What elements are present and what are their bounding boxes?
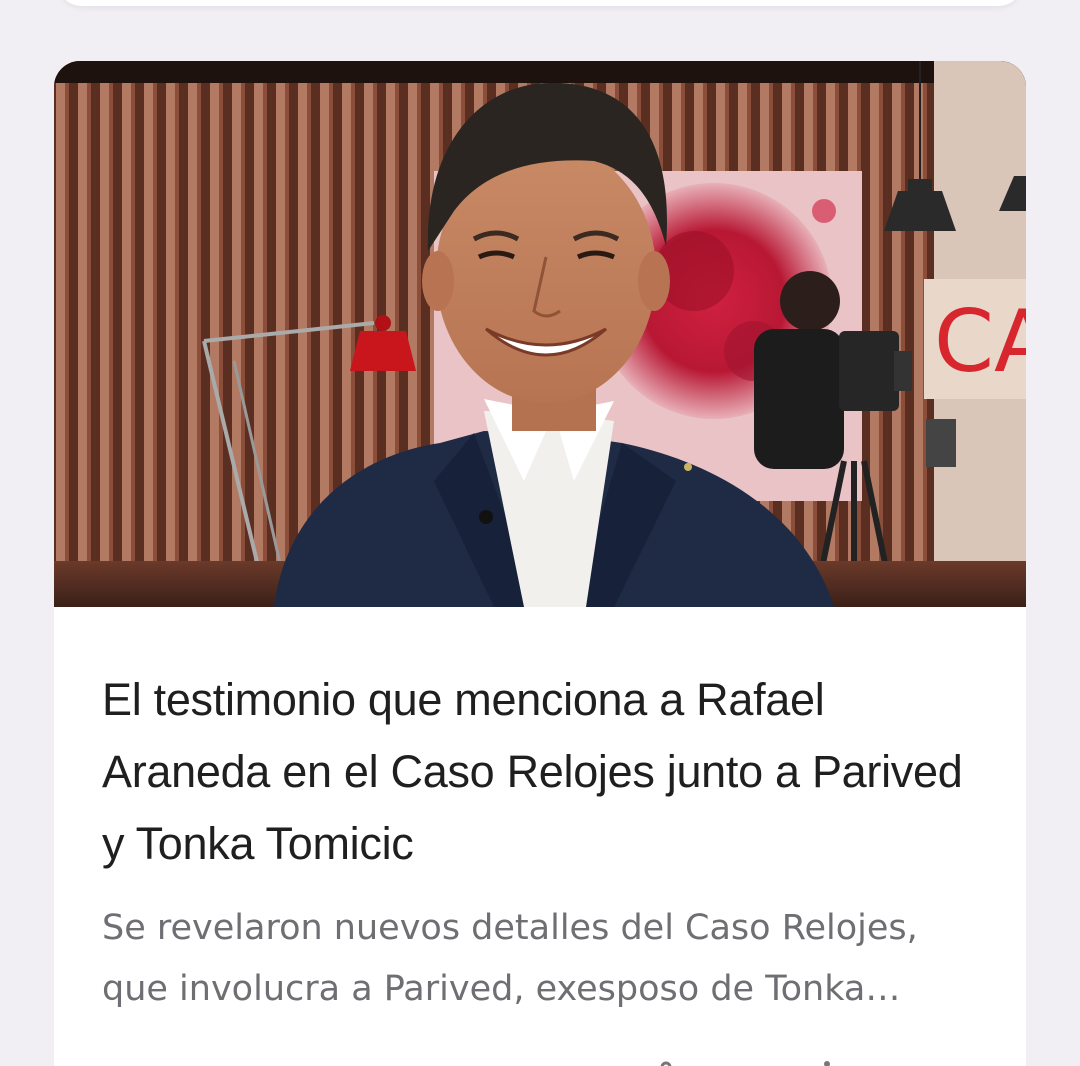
- more-vert-icon[interactable]: [812, 1059, 842, 1066]
- article-actions: [614, 1053, 914, 1066]
- previous-card[interactable]: [56, 0, 1024, 6]
- article-snippet: Se revelaron nuevos detalles del Caso Re…: [102, 908, 918, 1009]
- article-image[interactable]: CA: [54, 61, 1026, 607]
- news-feed: CA El testimonio que menciona a Rafael A…: [0, 0, 1080, 1066]
- studio-sign: CA: [934, 292, 1026, 392]
- article-card[interactable]: CA El testimonio que menciona a Rafael A…: [54, 61, 1026, 1066]
- article-headline[interactable]: El testimonio que menciona a Rafael Aran…: [102, 664, 982, 880]
- share-icon[interactable]: [644, 1059, 674, 1066]
